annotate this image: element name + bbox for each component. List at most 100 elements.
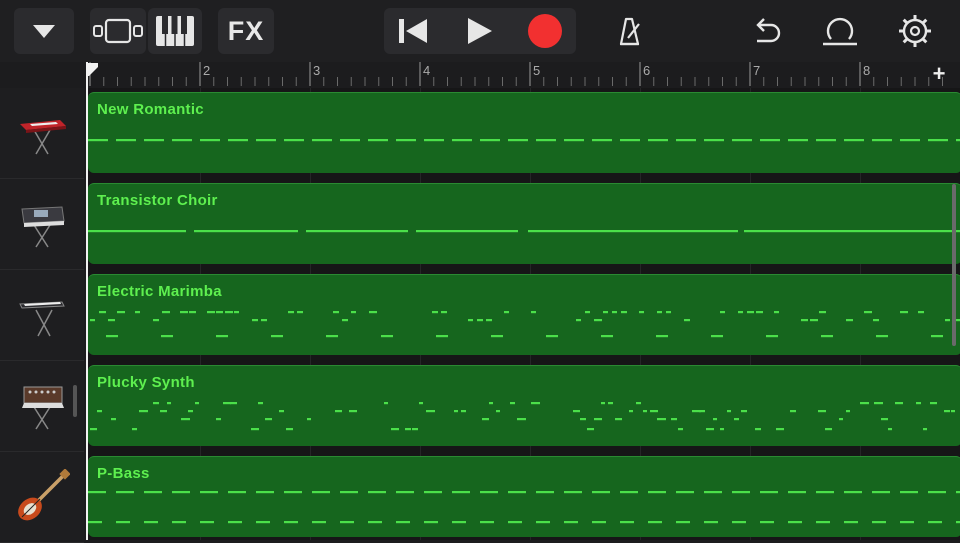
midi-note — [256, 491, 274, 494]
midi-note — [368, 491, 386, 494]
midi-note — [200, 491, 218, 494]
midi-note — [676, 521, 690, 524]
midi-note — [144, 139, 164, 142]
midi-note — [189, 311, 196, 314]
midi-note — [536, 521, 550, 524]
midi-note — [612, 311, 617, 314]
midi-note — [774, 311, 779, 314]
settings-button[interactable] — [890, 8, 940, 54]
midi-note — [468, 319, 473, 322]
midi-note — [601, 402, 605, 405]
midi-note — [106, 335, 118, 338]
fx-button[interactable]: FX — [218, 8, 274, 54]
loop-browser-button[interactable] — [814, 8, 866, 54]
play-button[interactable] — [450, 8, 508, 54]
midi-note — [340, 491, 358, 494]
region-electric-marimba[interactable]: Electric Marimba — [88, 274, 960, 355]
midi-note — [195, 402, 199, 405]
midi-note — [741, 410, 747, 413]
midi-note — [888, 428, 892, 431]
midi-note — [271, 335, 283, 338]
midi-note — [504, 311, 509, 314]
bar-number: 6 — [643, 63, 651, 78]
midi-note — [426, 410, 435, 413]
midi-note — [704, 491, 722, 494]
midi-note — [944, 410, 950, 413]
region-plucky-synth[interactable]: Plucky Synth — [88, 365, 960, 446]
midi-note — [825, 428, 832, 431]
keyboard-icon — [156, 16, 194, 46]
midi-note — [756, 311, 763, 314]
playhead[interactable] — [86, 62, 88, 540]
tracks-view-button[interactable] — [90, 8, 146, 54]
midi-note — [592, 491, 610, 494]
midi-note — [819, 311, 826, 314]
midi-note — [489, 402, 493, 405]
midi-note — [931, 335, 943, 338]
track-header-transistor-choir[interactable] — [0, 179, 84, 270]
midi-note — [846, 410, 850, 413]
midi-note — [452, 139, 472, 142]
midi-note — [335, 410, 342, 413]
midi-note — [116, 521, 130, 524]
record-button[interactable] — [516, 8, 574, 54]
midi-note — [951, 410, 955, 413]
midi-note — [766, 335, 778, 338]
midi-note — [396, 139, 416, 142]
midi-note — [844, 139, 864, 142]
midi-note — [234, 311, 239, 314]
midi-note — [162, 311, 170, 314]
midi-note — [844, 491, 862, 494]
midi-note — [594, 418, 602, 421]
add-track-button[interactable]: + — [928, 62, 950, 86]
midi-note — [452, 491, 470, 494]
midi-note — [732, 491, 750, 494]
loop-icon — [823, 17, 857, 46]
midi-note — [228, 491, 246, 494]
undo-icon — [756, 18, 781, 43]
metronome-button[interactable] — [604, 8, 652, 54]
midi-note — [424, 521, 438, 524]
midi-note — [536, 139, 556, 142]
synth-workstation-icon — [21, 206, 65, 248]
midi-note — [368, 139, 388, 142]
track-header-new-romantic[interactable] — [0, 88, 84, 179]
midi-note — [256, 521, 270, 524]
midi-note — [732, 521, 746, 524]
region-p-bass[interactable]: P-Bass — [88, 456, 960, 537]
region-transistor-choir[interactable]: Transistor Choir — [88, 183, 960, 264]
track-header-p-bass[interactable] — [0, 452, 84, 543]
keyboard-button[interactable] — [148, 8, 202, 54]
midi-note — [117, 311, 125, 314]
midi-note — [930, 402, 937, 405]
rewind-icon — [399, 19, 427, 43]
region-notes — [90, 311, 960, 338]
midi-note — [225, 311, 233, 314]
midi-note — [699, 410, 705, 413]
midi-note — [452, 521, 466, 524]
playhead-handle[interactable] — [85, 63, 99, 77]
vertical-scrollbar[interactable] — [952, 184, 956, 346]
tracks-view-icon — [93, 18, 143, 44]
rewind-button[interactable] — [384, 8, 442, 54]
midi-note — [704, 139, 724, 142]
midi-note — [153, 402, 159, 405]
midi-note — [873, 319, 879, 322]
midi-note — [876, 335, 888, 338]
midi-note — [576, 319, 581, 322]
track-lanes[interactable]: New Romantic Transistor Choir Electric M… — [86, 88, 960, 540]
timeline-ruler[interactable]: 2 3 4 5 6 7 8 — [86, 62, 960, 89]
midi-note — [88, 230, 186, 233]
track-header-electric-marimba[interactable] — [0, 270, 84, 361]
region-new-romantic[interactable]: New Romantic — [88, 92, 960, 173]
midi-note — [657, 311, 662, 314]
midi-note — [531, 402, 540, 405]
track-header-plucky-synth[interactable] — [0, 361, 84, 452]
midi-note — [620, 139, 640, 142]
track-menu-button[interactable] — [14, 8, 74, 54]
undo-button[interactable] — [742, 8, 790, 54]
midi-note — [216, 311, 223, 314]
midi-note — [144, 491, 162, 494]
midi-note — [810, 319, 818, 322]
midi-note — [839, 418, 843, 421]
